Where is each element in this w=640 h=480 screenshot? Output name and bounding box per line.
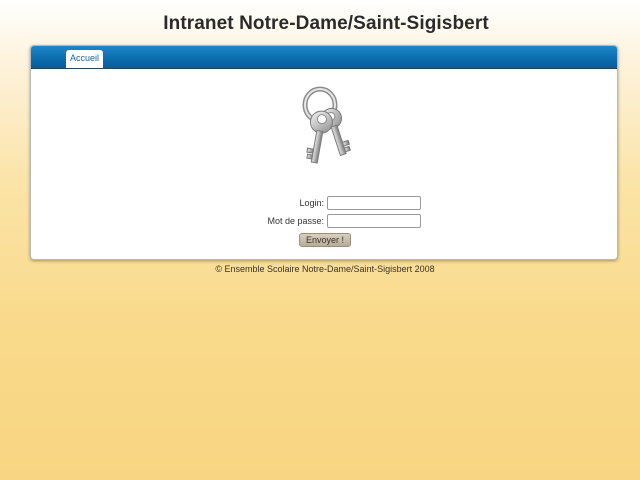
password-label: Mot de passe: — [267, 216, 324, 226]
tab-accueil[interactable]: Accueil — [66, 50, 104, 68]
password-row: Mot de passe: — [31, 214, 617, 230]
login-label: Login: — [299, 198, 324, 208]
password-input[interactable] — [327, 214, 421, 228]
main-panel: Accueil Login: Mot de passe: Envoyer ! — [30, 45, 618, 260]
login-input[interactable] — [327, 196, 421, 210]
tab-bar: Accueil — [31, 46, 617, 69]
login-row: Login: — [31, 196, 617, 212]
footer-copyright: © Ensemble Scolaire Notre-Dame/Saint-Sig… — [215, 264, 435, 274]
page-title: Intranet Notre-Dame/Saint-Sigisbert — [163, 13, 489, 34]
submit-button[interactable]: Envoyer ! — [299, 233, 352, 247]
keys-icon — [302, 86, 351, 164]
